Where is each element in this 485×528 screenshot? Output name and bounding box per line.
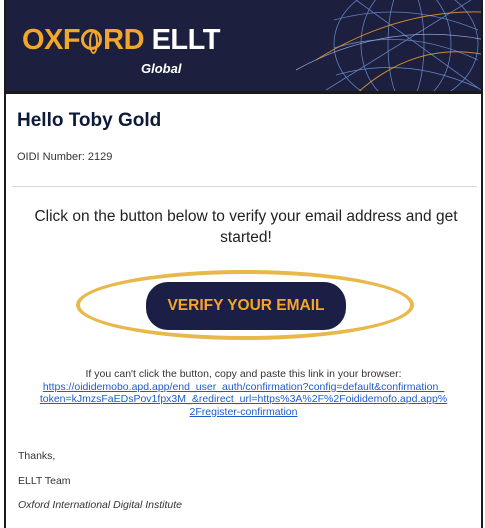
globe-o-icon xyxy=(81,29,103,54)
email-header-banner: OXF RD ELLT Global xyxy=(6,0,481,94)
fallback-link-section: If you can't click the button, copy and … xyxy=(18,368,469,418)
verify-email-button[interactable]: VERIFY YOUR EMAIL xyxy=(146,282,346,330)
signoff-thanks: Thanks, xyxy=(18,450,56,462)
signoff-team: ELLT Team xyxy=(18,475,71,487)
section-divider xyxy=(12,186,477,187)
oidi-number: OIDI Number: 2129 xyxy=(17,151,113,163)
wireframe-globe-graphic xyxy=(296,0,481,91)
signoff-organization: Oxford International Digital Institute xyxy=(18,499,183,511)
confirmation-link-line[interactable]: https://oididemobo.apd.app/end_user_auth… xyxy=(18,381,469,394)
logo-subtitle: Global xyxy=(141,61,182,76)
fallback-instruction: If you can't click the button, copy and … xyxy=(85,368,402,380)
greeting-heading: Hello Toby Gold xyxy=(17,110,162,131)
verify-instructions: Click on the button below to verify your… xyxy=(34,208,458,246)
confirmation-link-line[interactable]: 2Fregister-confirmation xyxy=(18,406,469,419)
email-frame: OXFRD ELLT Global Hello Toby Gold OIDI xyxy=(4,0,483,528)
oxford-ellt-logo: OXF RD ELLT xyxy=(22,24,220,56)
confirmation-link-line[interactable]: token=kJmzsFaEDsPov1fpx3M_&redirect_url=… xyxy=(18,393,469,406)
